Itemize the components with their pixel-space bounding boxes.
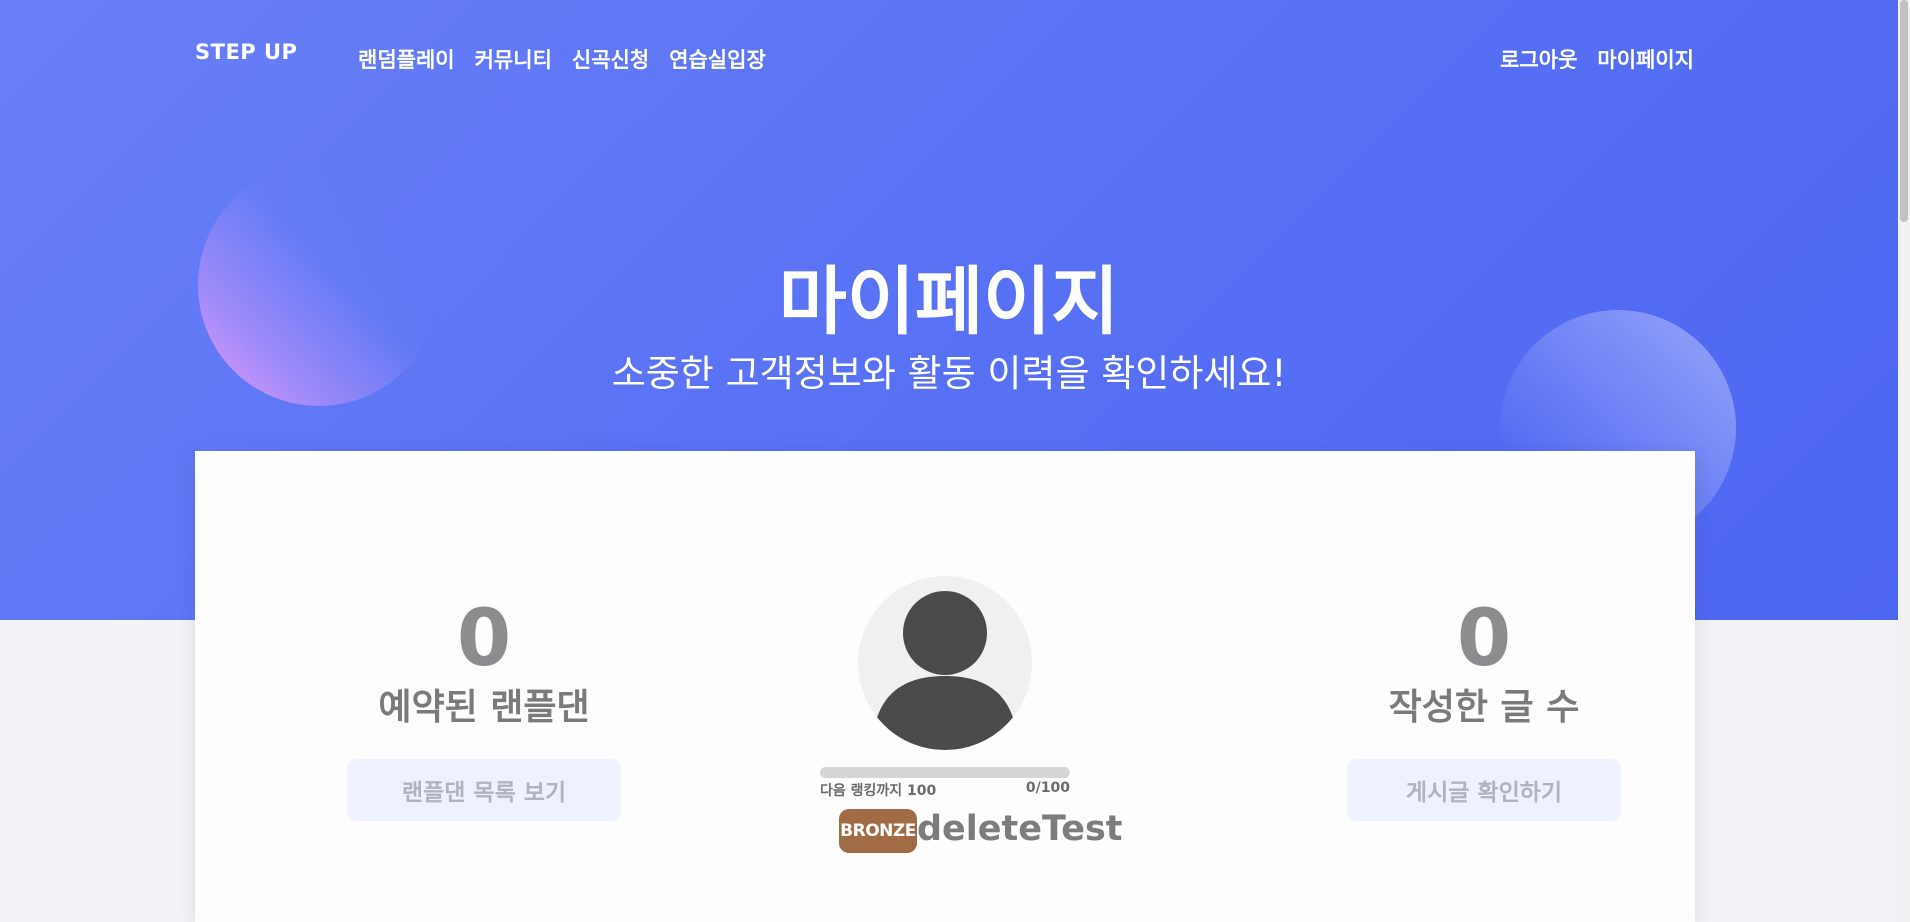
page-title: 마이페이지 — [778, 259, 1120, 345]
view-random-dance-list-button[interactable]: 랜플댄 목록 보기 — [347, 759, 621, 821]
reserved-label: 예약된 랜플댄 — [378, 687, 590, 728]
next-rank-label: 다음 랭킹까지 100 — [820, 783, 937, 799]
view-my-posts-button[interactable]: 게시글 확인하기 — [1347, 759, 1621, 821]
nav-link-random-play[interactable]: 랜덤플레이 — [358, 44, 455, 74]
post-count-label: 작성한 글 수 — [1388, 687, 1580, 728]
page-subtitle: 소중한 고객정보와 활동 이력을 확인하세요! — [611, 352, 1287, 395]
logout-link[interactable]: 로그아웃 — [1500, 44, 1577, 74]
rank-badge: BRONZE — [839, 809, 917, 853]
top-navigation: STEP UP 랜덤플레이 커뮤니티 신곡신청 연습실입장 로그아웃 마이페이지 — [0, 0, 1898, 116]
profile-card: 0 예약된 랜플댄 랜플댄 목록 보기 다음 랭킹까지 100 0/100 BR… — [195, 451, 1695, 922]
rank-progress-bar — [820, 767, 1070, 778]
nav-links: 랜덤플레이 커뮤니티 신곡신청 연습실입장 — [358, 44, 766, 74]
nav-user-links: 로그아웃 마이페이지 — [1500, 44, 1694, 74]
mypage-link[interactable]: 마이페이지 — [1597, 44, 1694, 74]
avatar-icon — [858, 576, 1032, 750]
page-scrollbar[interactable] — [1898, 0, 1910, 922]
username: deleteTest — [917, 809, 1123, 849]
post-count-stat: 0 작성한 글 수 게시글 확인하기 — [1334, 591, 1634, 821]
nav-link-song-request[interactable]: 신곡신청 — [572, 44, 649, 74]
reserved-count: 0 — [456, 594, 512, 684]
post-count: 0 — [1456, 594, 1512, 684]
reserved-random-dance-stat: 0 예약된 랜플댄 랜플댄 목록 보기 — [334, 591, 634, 821]
nav-link-community[interactable]: 커뮤니티 — [475, 44, 552, 74]
progress-value: 0/100 — [1025, 780, 1070, 796]
brand-logo[interactable]: STEP UP — [195, 40, 297, 64]
nav-link-practice-room[interactable]: 연습실입장 — [669, 44, 766, 74]
scrollbar-thumb[interactable] — [1900, 0, 1908, 222]
